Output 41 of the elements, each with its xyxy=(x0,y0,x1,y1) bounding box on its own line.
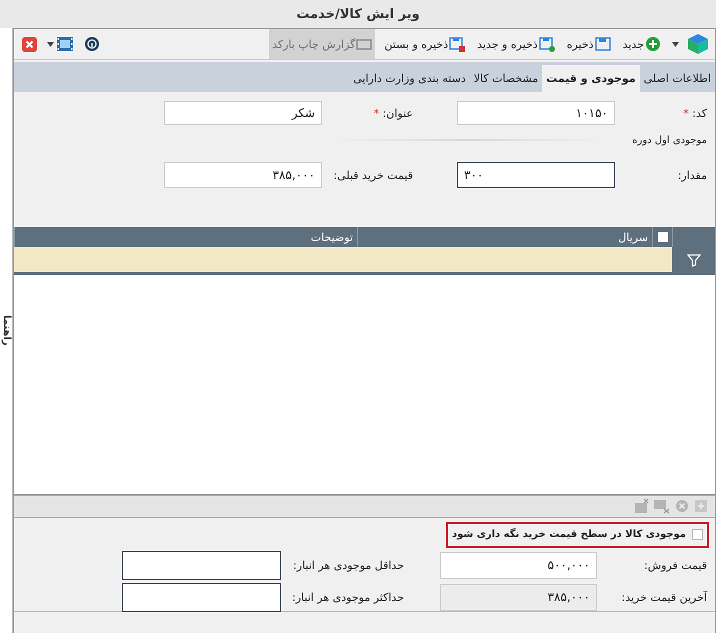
field-label: حداقل موجودی هر انبار: xyxy=(292,558,405,572)
toolbar-button[interactable]: ذخیره و جدید xyxy=(474,29,558,59)
keep-stock-checkbox[interactable]: موجودی کالا در سطح قیمت خرید نگه داری شود xyxy=(446,522,709,548)
number-field[interactable] xyxy=(122,582,281,612)
column-header[interactable]: سریال xyxy=(618,230,648,244)
close-icon xyxy=(22,36,37,52)
number-field[interactable]: ۳۰۰ xyxy=(457,162,615,188)
window-title: ویر ایش کالا/خدمت xyxy=(296,6,420,22)
column-header[interactable]: توضیحات xyxy=(310,230,353,244)
field-label: قیمت خرید قبلی: xyxy=(332,168,414,182)
field-label: کد: * xyxy=(682,106,708,120)
select-all-checkbox[interactable] xyxy=(658,232,668,242)
section-heading: موجودی اول دوره xyxy=(631,134,708,146)
filter-icon xyxy=(686,252,700,267)
caret-icon xyxy=(47,42,54,46)
tab[interactable]: دسته بندی وزارت دارایی xyxy=(349,65,470,92)
text-field[interactable]: ۱۰۱۵۰ xyxy=(457,101,615,125)
toolbar-button[interactable]: ذخیره و بستن xyxy=(381,29,468,59)
floppy-icon xyxy=(538,36,555,52)
toolbar-button[interactable]: جدید xyxy=(620,29,664,59)
tab[interactable]: موجودی و قیمت xyxy=(542,65,640,92)
number-field[interactable]: ۳۸۵,۰۰۰ xyxy=(164,162,322,188)
floppy-icon xyxy=(449,36,466,52)
help-icon xyxy=(84,36,100,52)
side-tab[interactable]: راهنما xyxy=(0,28,13,633)
field-label: قیمت فروش: xyxy=(642,558,708,572)
tab[interactable]: مشخصات کالا xyxy=(470,65,542,92)
floppy-icon xyxy=(594,36,611,52)
toolbar-button[interactable]: ذخیره xyxy=(564,29,614,59)
field-label: آخرین قیمت خرید: xyxy=(620,590,708,604)
number-field[interactable] xyxy=(122,550,281,580)
number-field[interactable]: ۵۰۰,۰۰۰ xyxy=(440,552,597,579)
field-label: عنوان: * xyxy=(372,106,414,120)
logo-icon xyxy=(687,33,709,55)
plus-icon xyxy=(645,36,661,52)
film-icon xyxy=(56,36,74,52)
caret-icon xyxy=(672,42,679,46)
field-label: حداکثر موجودی هر انبار: xyxy=(291,590,405,604)
text-field[interactable]: شکر xyxy=(164,101,322,125)
tab[interactable]: اطلاعات اصلی xyxy=(640,65,715,92)
field-label: مقدار: xyxy=(676,168,708,182)
